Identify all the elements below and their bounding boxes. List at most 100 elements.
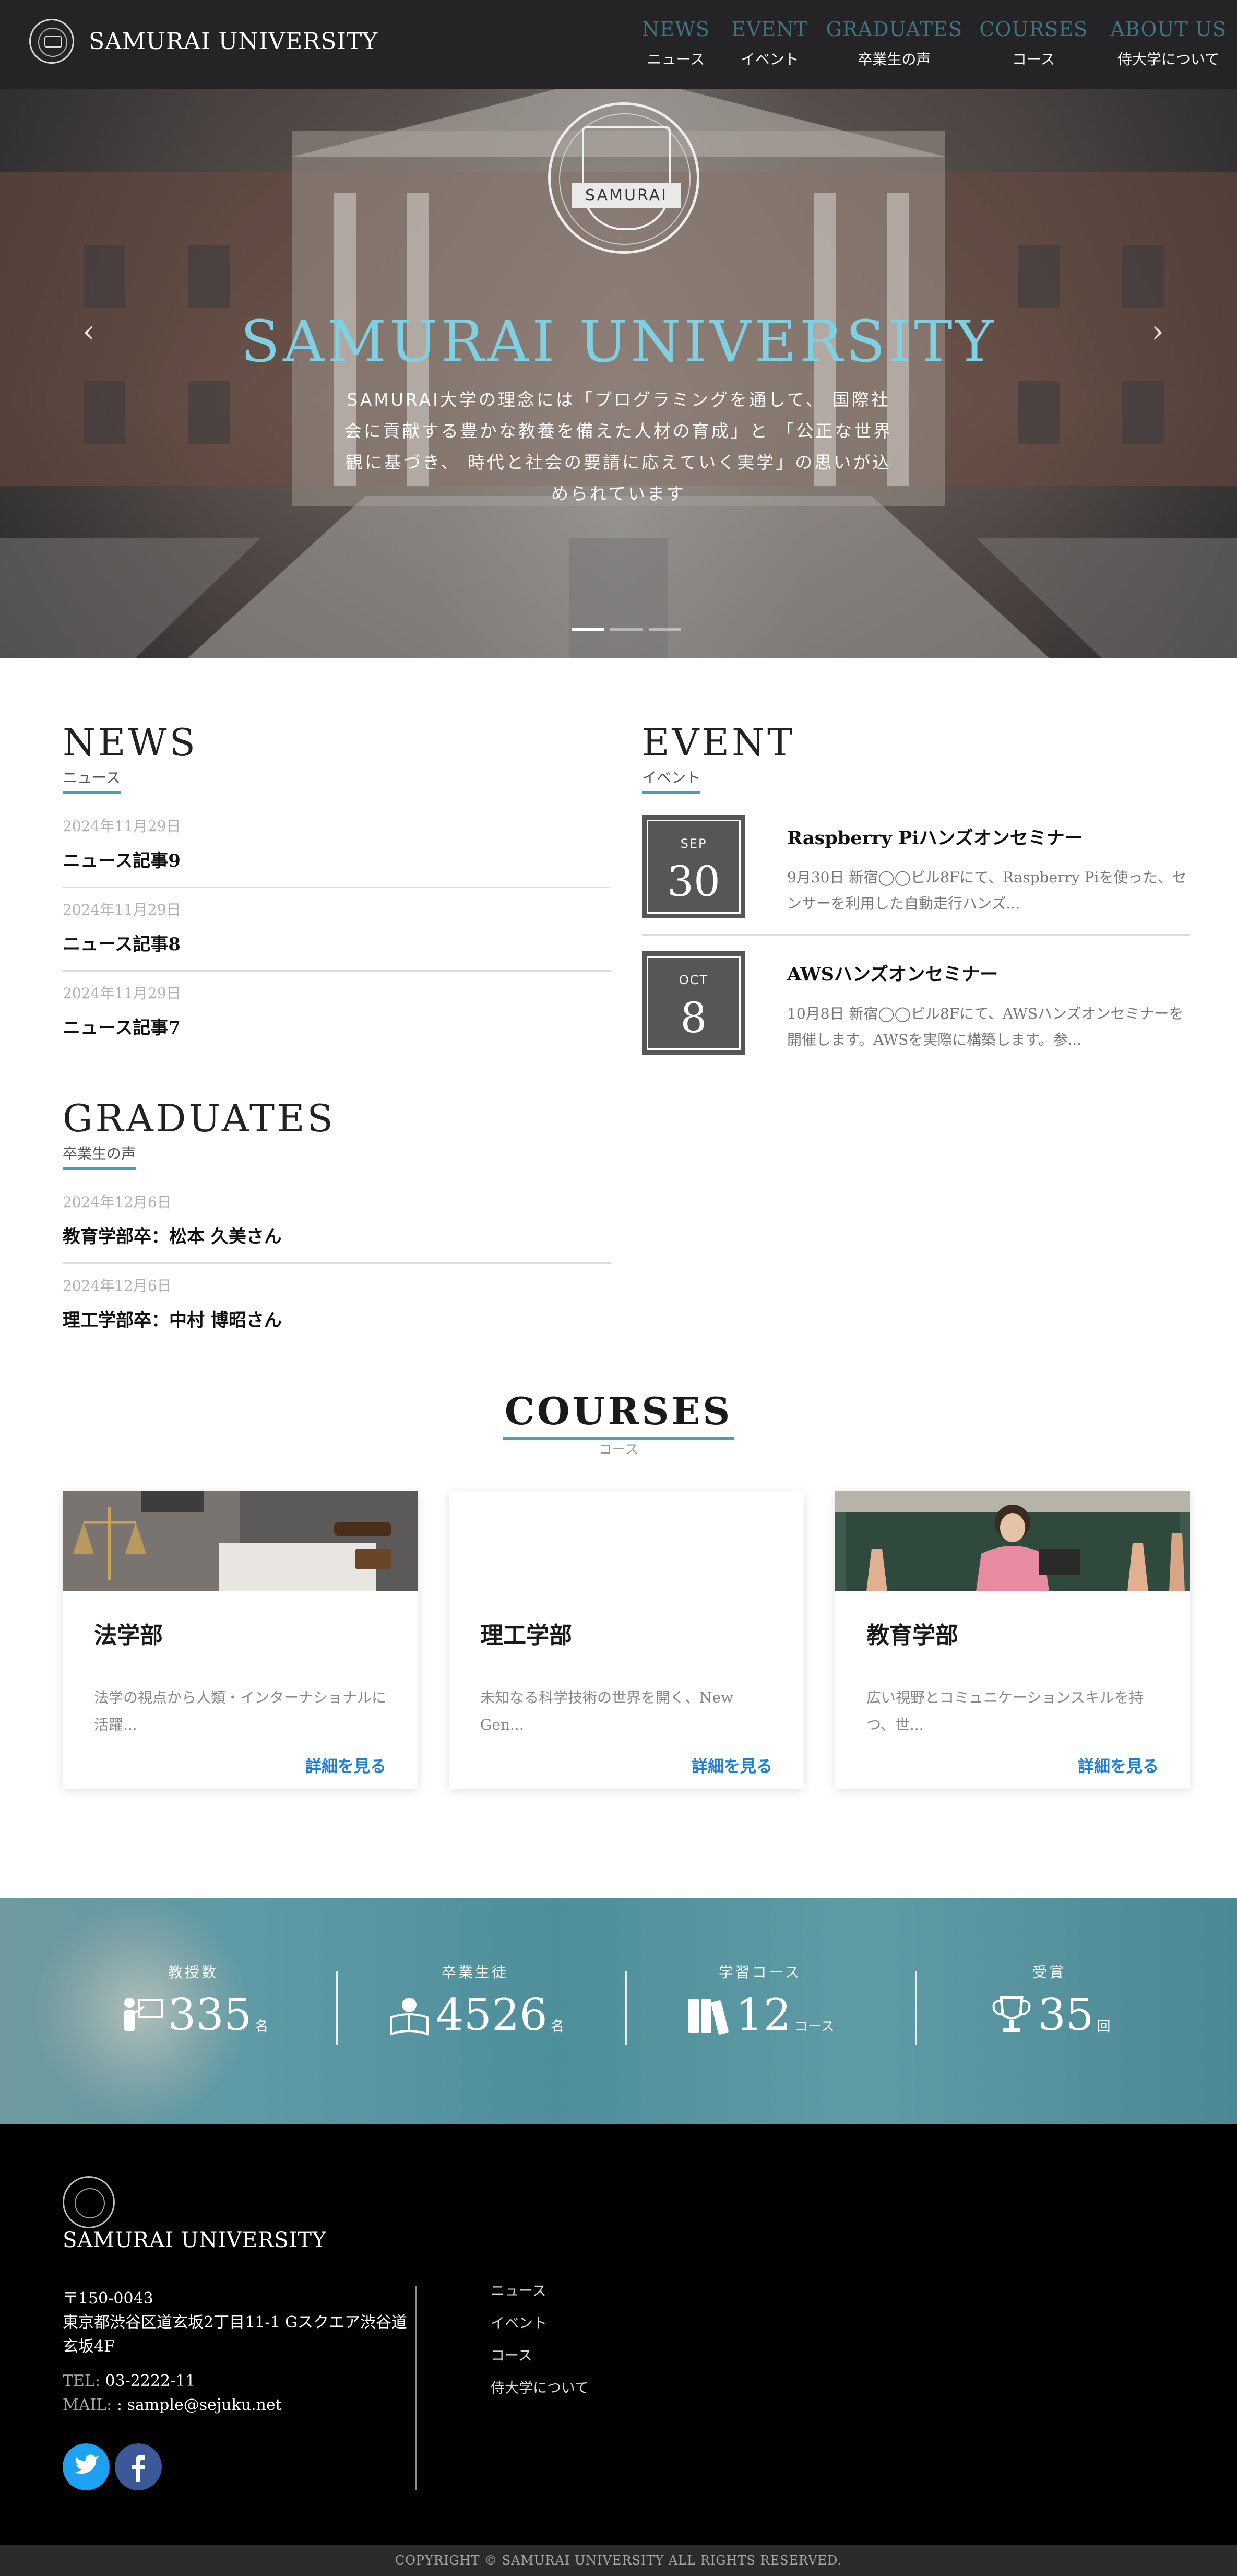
news-item[interactable]: 2024年11月29日 ニュース記事7 [63,972,611,1054]
teacher-icon [124,1998,163,2031]
news-date: 2024年11月29日 [63,818,181,835]
event-day: 30 [667,857,720,906]
news-title-link[interactable]: ニュース記事9 [63,846,611,872]
books-icon [688,1999,729,2035]
footer-logo-icon[interactable] [63,2176,115,2228]
university-logo-icon [29,19,74,64]
stat-value: 35 [1038,1989,1094,2040]
event-description: 10月8日 新宿◯◯ビル8Fにて、AWSハンズオンセミナーを開催します。AWSを… [787,1005,1184,1048]
nav-news-en: NEWS [641,18,710,41]
graduate-date: 2024年12月6日 [63,1194,172,1211]
course-details-link[interactable]: 詳細を見る [1078,1753,1159,1777]
nav-graduates-en: GRADUATES [826,18,962,41]
mail-address[interactable]: : sample@sejuku.net [117,2396,282,2414]
twitter-icon[interactable] [63,2443,110,2490]
stat-unit: 名 [550,2019,564,2035]
facebook-icon[interactable] [115,2443,162,2490]
nav-event-jp: イベント [740,51,799,68]
stat-graduates: 卒業生徒 4526 名 [339,1961,611,2038]
event-description: 9月30日 新宿◯◯ビル8Fにて、Raspberry Piを使った、センサーを利… [787,869,1187,912]
nav-about-jp: 侍大学について [1117,51,1220,68]
course-card-education[interactable]: 教育学部 広い視野とコミュニケーションスキルを持つ、世... 詳細を見る [835,1491,1190,1789]
course-description: 法学の視点から人類・インターナショナルに活躍... [94,1689,387,1733]
courses-subtitle: コース [598,1442,639,1458]
stat-label: 教授数 [168,1964,218,1981]
brand-name: SAMURAI UNIVERSITY [89,28,378,55]
graduate-title-link[interactable]: 理工学部卒：中村 博昭さん [63,1306,611,1331]
event-item[interactable]: OCT 8 AWSハンズオンセミナー 10月8日 新宿◯◯ビル8Fにて、AWSハ… [642,936,1190,1070]
stat-professors: 教授数 335 名 [57,1961,329,2038]
event-date-badge: OCT 8 [642,951,745,1055]
nav-event[interactable]: EVENT イベント [731,18,808,69]
brand[interactable]: SAMURAI UNIVERSITY [29,19,378,64]
event-title-link[interactable]: AWSハンズオンセミナー [787,960,1189,986]
course-title: 法学部 [94,1622,163,1649]
slider-indicator-1[interactable] [572,628,604,631]
course-details-link[interactable]: 詳細を見る [692,1753,772,1777]
stat-unit: コース [794,2019,835,2035]
course-card-science[interactable]: 理工学部 未知なる科学技術の世界を開く、New Gen... 詳細を見る [449,1491,804,1789]
slider-indicator-3[interactable] [649,628,681,631]
course-details-link[interactable]: 詳細を見る [305,1753,386,1777]
footer-divider [415,2286,417,2490]
graduates-subtitle: 卒業生の声 [63,1142,136,1170]
footer-nav: ニュース イベント コース 侍大学について [491,2275,589,2405]
nav-about[interactable]: ABOUT US 侍大学について [1110,18,1227,69]
graduate-reading-icon [390,1998,429,2036]
graduates-section: GRADUATES 卒業生の声 2024年12月6日 教育学部卒：松本 久美さん… [63,1096,611,1346]
graduate-item[interactable]: 2024年12月6日 理工学部卒：中村 博昭さん [63,1264,611,1346]
footer-link-news[interactable]: ニュース [491,2275,589,2308]
footer-link-courses[interactable]: コース [491,2340,589,2372]
courses-header: COURSES コース [0,1389,1237,1458]
nav-courses-en: COURSES [979,18,1088,41]
graduate-title-link[interactable]: 教育学部卒：松本 久美さん [63,1222,611,1248]
nav-graduates[interactable]: GRADUATES 卒業生の声 [826,18,962,69]
event-subtitle: イベント [642,766,701,794]
university-emblem-icon: SAMURAI [548,102,699,254]
event-title-link[interactable]: Raspberry Piハンズオンセミナー [787,823,1189,850]
science-course-image [449,1491,804,1591]
courses-title: COURSES [502,1389,735,1440]
slider-indicator-2[interactable] [610,628,643,631]
graduates-title: GRADUATES [63,1096,336,1140]
event-item[interactable]: SEP 30 Raspberry Piハンズオンセミナー 9月30日 新宿◯◯ビ… [642,799,1190,936]
stat-unit: 回 [1097,2019,1111,2035]
graduate-date: 2024年12月6日 [63,1277,172,1294]
tel-label: TEL: [63,2372,100,2390]
news-item[interactable]: 2024年11月29日 ニュース記事8 [63,888,611,972]
event-date-badge: SEP 30 [642,815,745,918]
news-title-link[interactable]: ニュース記事8 [63,930,611,955]
course-description: 広い視野とコミュニケーションスキルを持つ、世... [866,1689,1144,1733]
nav-graduates-jp: 卒業生の声 [858,51,931,68]
course-title: 教育学部 [866,1622,958,1649]
tel-number[interactable]: 03-2222-11 [105,2372,196,2390]
course-description: 未知なる科学技術の世界を開く、New Gen... [480,1689,734,1733]
nav-courses-jp: コース [1012,51,1055,68]
hero-title: SAMURAI UNIVERSITY [240,308,997,375]
event-day: 8 [680,994,707,1042]
street-address: 東京都渋谷区道玄坂2丁目11-1 Gスクエア渋谷道玄坂4F [63,2313,407,2356]
nav-news[interactable]: NEWS ニュース [642,18,710,69]
law-course-image [63,1491,418,1591]
nav-courses[interactable]: COURSES コース [979,18,1088,69]
footer-link-event[interactable]: イベント [491,2308,589,2340]
stat-label: 卒業生徒 [441,1964,508,1981]
footer-brand: SAMURAI UNIVERSITY [63,2228,327,2252]
news-date: 2024年11月29日 [63,985,181,1002]
news-item[interactable]: 2024年11月29日 ニュース記事9 [63,805,611,888]
graduate-item[interactable]: 2024年12月6日 教育学部卒：松本 久美さん [63,1180,611,1264]
news-section: NEWS ニュース 2024年11月29日 ニュース記事9 2024年11月29… [63,720,611,1054]
stat-label: 受賞 [1032,1964,1066,1981]
stat-awards: 受賞 35 回 [913,1961,1185,2038]
event-month: OCT [679,973,709,987]
education-course-image [835,1491,1190,1591]
stat-courses: 学習コース 12 コース [624,1961,896,2038]
hero-slider: SAMURAI ‹ › SAMURAI UNIVERSITY SAMURAI大学… [0,89,1237,658]
course-card-law[interactable]: 法学部 法学の視点から人類・インターナショナルに活躍... 詳細を見る [63,1491,418,1789]
news-title: NEWS [63,720,198,764]
nav-news-jp: ニュース [647,51,705,68]
news-title-link[interactable]: ニュース記事7 [63,1013,611,1039]
site-footer: SAMURAI UNIVERSITY 〒150-0043 東京都渋谷区道玄坂2丁… [0,2124,1237,2545]
footer-contact: TEL: 03-2222-11 MAIL: : sample@sejuku.ne… [63,2369,282,2417]
footer-link-about[interactable]: 侍大学について [491,2372,589,2405]
